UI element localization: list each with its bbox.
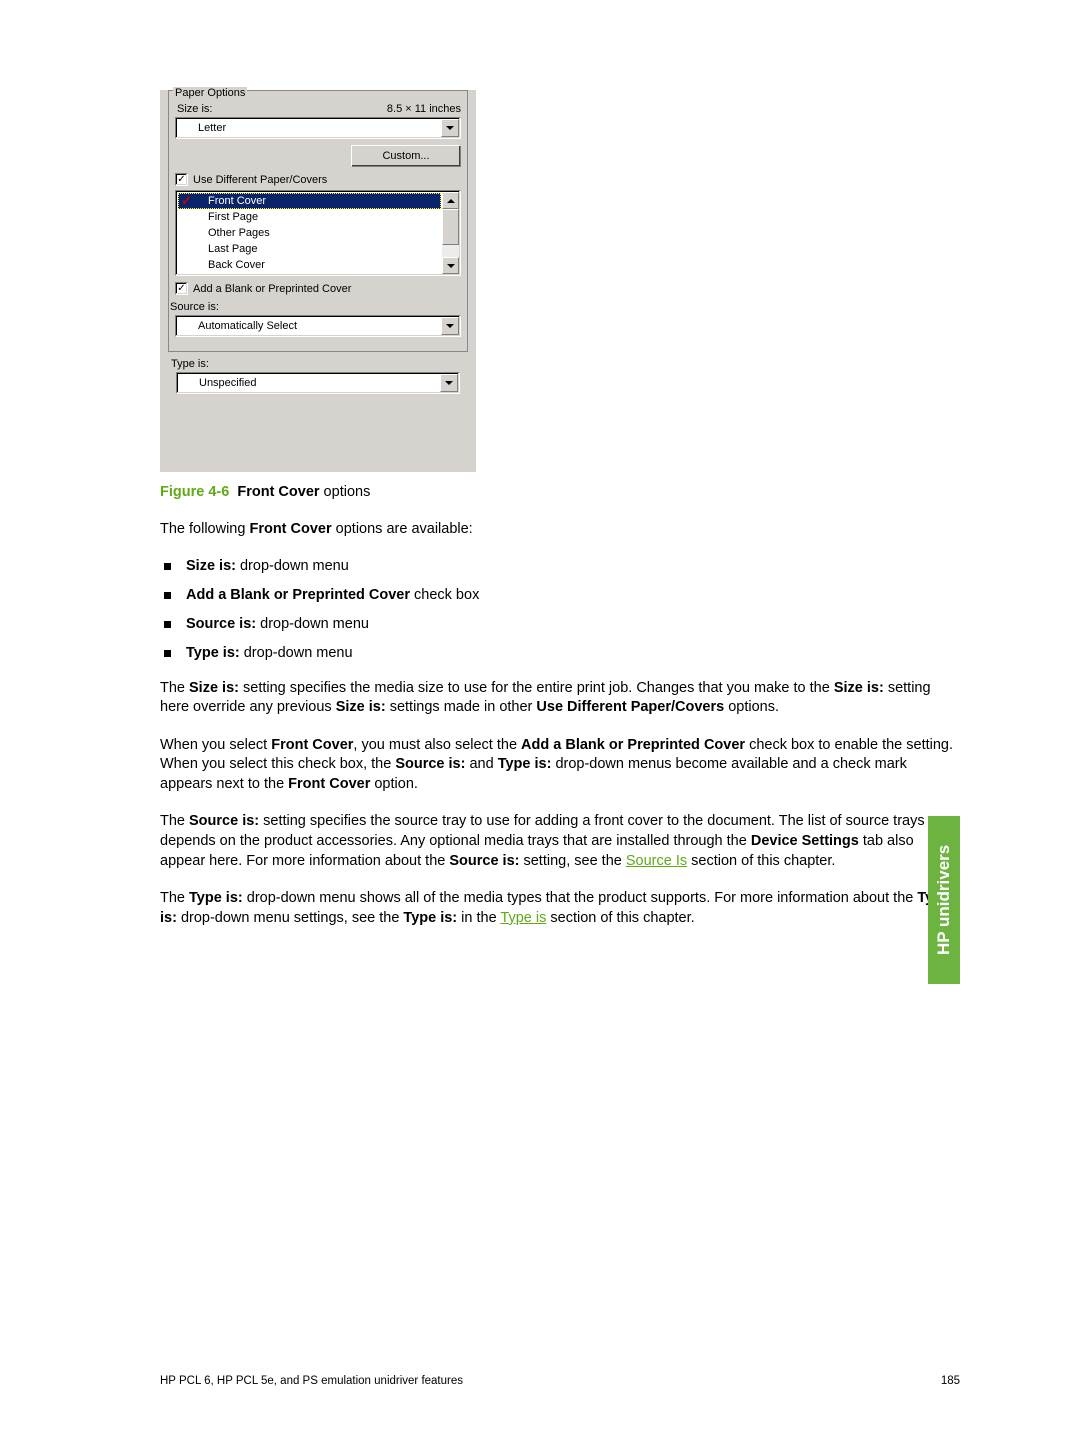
paragraph-frontcover: When you select Front Cover, you must al… xyxy=(160,736,960,795)
custom-button[interactable]: Custom... xyxy=(351,145,461,167)
source-select[interactable]: Automatically Select xyxy=(175,315,461,337)
source-select-value: Automatically Select xyxy=(198,320,297,332)
side-tab: HP unidrivers xyxy=(928,816,960,984)
size-dimension: 8.5 × 11 inches xyxy=(387,103,461,115)
use-different-paper-checkbox-row: ✓ Use Different Paper/Covers xyxy=(175,173,461,186)
list-item: Type is: drop-down menu xyxy=(160,645,960,661)
use-different-paper-label: Use Different Paper/Covers xyxy=(193,174,327,186)
footer-left: HP PCL 6, HP PCL 5e, and PS emulation un… xyxy=(160,1375,463,1387)
paragraph-size: The Size is: setting specifies the media… xyxy=(160,679,960,718)
scroll-up-icon[interactable] xyxy=(442,192,459,209)
list-item-first-page[interactable]: First Page xyxy=(178,209,441,225)
link-source-is[interactable]: Source Is xyxy=(626,853,687,869)
chevron-down-icon[interactable] xyxy=(440,374,458,392)
page-number: 185 xyxy=(941,1375,960,1387)
chevron-down-icon[interactable] xyxy=(441,119,459,137)
listbox-scrollbar[interactable] xyxy=(442,192,459,274)
check-icon: ✓ xyxy=(181,194,192,207)
page-footer: HP PCL 6, HP PCL 5e, and PS emulation un… xyxy=(160,1375,960,1387)
add-blank-checkbox-row: ✓ Add a Blank or Preprinted Cover xyxy=(175,282,461,295)
type-select[interactable]: Unspecified xyxy=(176,372,460,394)
chevron-down-icon[interactable] xyxy=(441,317,459,335)
type-label: Type is: xyxy=(171,358,468,370)
use-different-paper-checkbox[interactable]: ✓ xyxy=(175,173,188,186)
intro-paragraph: The following Front Cover options are av… xyxy=(160,520,960,540)
scroll-down-icon[interactable] xyxy=(442,257,459,274)
size-label: Size is: xyxy=(175,103,212,115)
paragraph-source: The Source is: setting specifies the sou… xyxy=(160,812,960,871)
list-item-front-cover[interactable]: ✓ Front Cover xyxy=(178,193,441,209)
options-list: Size is: drop-down menu Add a Blank or P… xyxy=(160,558,960,661)
list-item: Source is: drop-down menu xyxy=(160,616,960,632)
link-type-is[interactable]: Type is xyxy=(500,910,546,926)
figure-caption: Figure 4-6 Front Cover options xyxy=(160,484,960,500)
add-blank-checkbox[interactable]: ✓ xyxy=(175,282,188,295)
list-item-other-pages[interactable]: Other Pages xyxy=(178,225,441,241)
type-select-value: Unspecified xyxy=(199,377,256,389)
add-blank-label: Add a Blank or Preprinted Cover xyxy=(193,283,351,295)
paper-options-dialog: Paper Options Size is: 8.5 × 11 inches L… xyxy=(160,90,476,472)
size-select[interactable]: Letter xyxy=(175,117,461,139)
list-item-back-cover[interactable]: Back Cover xyxy=(178,257,441,273)
paragraph-type: The Type is: drop-down menu shows all of… xyxy=(160,889,960,928)
source-label: Source is: xyxy=(170,301,461,313)
groupbox-title: Paper Options xyxy=(173,87,247,99)
size-select-value: Letter xyxy=(198,122,226,134)
list-item-last-page[interactable]: Last Page xyxy=(178,241,441,257)
list-item: Add a Blank or Preprinted Cover check bo… xyxy=(160,587,960,603)
list-item: Size is: drop-down menu xyxy=(160,558,960,574)
scrollbar-thumb[interactable] xyxy=(442,209,459,245)
cover-listbox[interactable]: ✓ Front Cover First Page Other Pages Las… xyxy=(175,190,461,276)
